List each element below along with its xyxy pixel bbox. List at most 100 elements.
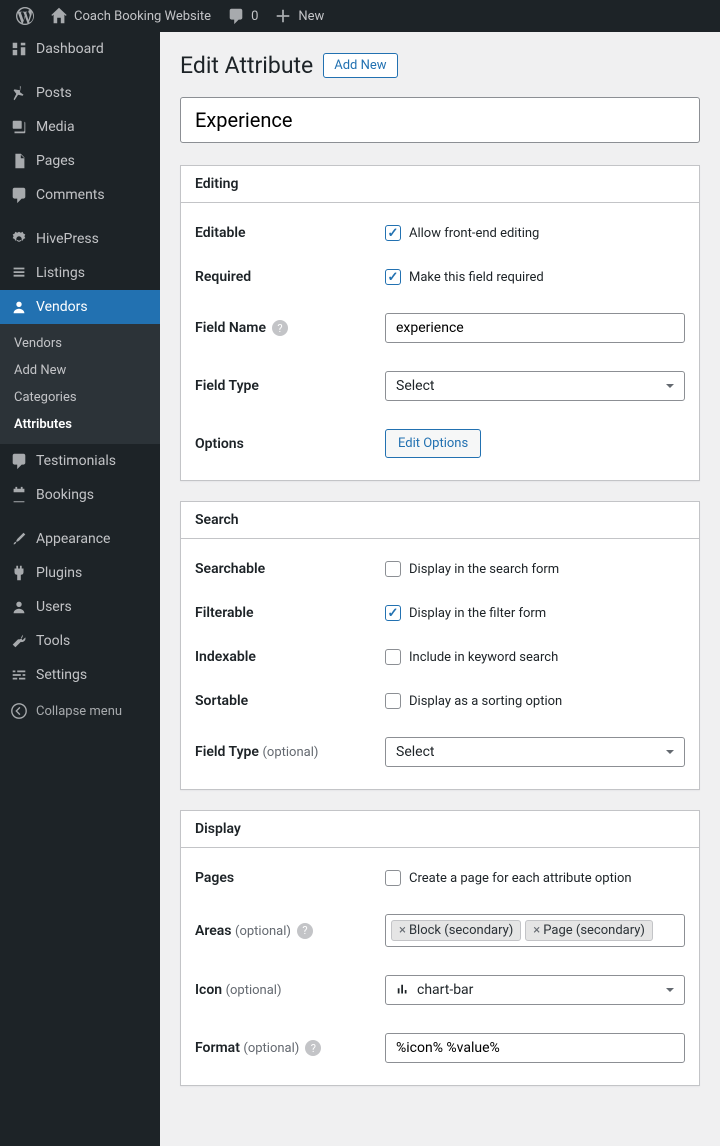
add-new-button[interactable]: Add New [323, 53, 397, 78]
search-fieldtype-select[interactable]: Select [385, 737, 685, 767]
editing-postbox: Editing Editable Allow front-end editing… [180, 165, 700, 481]
collapse-icon [10, 702, 28, 720]
search-fieldtype-label: Field Type (optional) [195, 744, 318, 760]
dashboard-icon [10, 40, 28, 58]
filterable-checkbox[interactable] [385, 605, 401, 621]
chart-bar-icon [396, 983, 410, 997]
fieldtype-select[interactable]: Select [385, 371, 685, 401]
plus-icon [274, 7, 292, 25]
icon-label: Icon (optional) [195, 982, 282, 998]
brush-icon [10, 530, 28, 548]
menu-pages[interactable]: Pages [0, 144, 160, 178]
select-value: Select [396, 744, 434, 760]
wordpress-logo[interactable] [8, 0, 42, 32]
fieldname-label: Field Name [195, 320, 266, 336]
sortable-checkbox[interactable] [385, 693, 401, 709]
areas-tag[interactable]: ×Page (secondary) [525, 920, 653, 941]
menu-bookings[interactable]: Bookings [0, 478, 160, 512]
page-title: Edit Attribute [180, 52, 313, 79]
menu-label: Bookings [36, 487, 94, 503]
menu-posts[interactable]: Posts [0, 76, 160, 110]
search-postbox: Search Searchable Display in the search … [180, 501, 700, 790]
menu-appearance[interactable]: Appearance [0, 522, 160, 556]
media-icon [10, 118, 28, 136]
areas-input[interactable]: ×Block (secondary) ×Page (secondary) [385, 914, 685, 947]
areas-label: Areas (optional) [195, 923, 291, 939]
menu-comments[interactable]: Comments [0, 178, 160, 212]
pages-text: Create a page for each attribute option [409, 871, 632, 886]
menu-label: Dashboard [36, 41, 104, 57]
comments-link[interactable]: 0 [219, 0, 266, 32]
sliders-icon [10, 666, 28, 684]
help-icon[interactable]: ? [305, 1040, 321, 1056]
icon-select[interactable]: chart-bar [385, 975, 685, 1005]
select-value: Select [396, 378, 434, 394]
submenu-vendors[interactable]: Vendors [0, 330, 160, 357]
comment-icon [10, 186, 28, 204]
menu-hivepress[interactable]: HivePress [0, 222, 160, 256]
gear-icon [10, 230, 28, 248]
menu-settings[interactable]: Settings [0, 658, 160, 692]
menu-tools[interactable]: Tools [0, 624, 160, 658]
collapse-label: Collapse menu [36, 704, 122, 719]
new-content-link[interactable]: New [266, 0, 332, 32]
sortable-label: Sortable [195, 693, 248, 709]
menu-label: Comments [36, 187, 105, 203]
search-heading: Search [181, 502, 699, 539]
submenu-add-new[interactable]: Add New [0, 357, 160, 384]
tag-label: Page (secondary) [543, 923, 645, 938]
quote-icon [10, 452, 28, 470]
tag-remove-icon[interactable]: × [533, 923, 540, 938]
editable-checkbox[interactable] [385, 225, 401, 241]
searchable-text: Display in the search form [409, 562, 559, 577]
page-icon [10, 152, 28, 170]
help-icon[interactable]: ? [272, 320, 288, 336]
plugin-icon [10, 564, 28, 582]
display-postbox: Display Pages Create a page for each att… [180, 810, 700, 1086]
menu-label: Settings [36, 667, 87, 683]
help-icon[interactable]: ? [297, 923, 313, 939]
submenu-categories[interactable]: Categories [0, 384, 160, 411]
menu-label: Appearance [36, 531, 110, 547]
required-checkbox[interactable] [385, 269, 401, 285]
wrench-icon [10, 632, 28, 650]
pages-label: Pages [195, 870, 234, 886]
site-link[interactable]: Coach Booking Website [42, 0, 219, 32]
collapse-menu[interactable]: Collapse menu [0, 692, 160, 730]
menu-testimonials[interactable]: Testimonials [0, 444, 160, 478]
indexable-checkbox[interactable] [385, 649, 401, 665]
admin-bar: Coach Booking Website 0 New [0, 0, 720, 32]
filterable-text: Display in the filter form [409, 606, 546, 621]
menu-label: Vendors [36, 299, 88, 315]
menu-plugins[interactable]: Plugins [0, 556, 160, 590]
areas-tag[interactable]: ×Block (secondary) [391, 920, 521, 941]
menu-label: Plugins [36, 565, 82, 581]
editable-label: Editable [195, 225, 246, 241]
submenu-attributes[interactable]: Attributes [0, 411, 160, 438]
vendors-submenu: Vendors Add New Categories Attributes [0, 324, 160, 444]
indexable-label: Indexable [195, 649, 256, 665]
fieldname-input[interactable] [385, 313, 685, 343]
menu-listings[interactable]: Listings [0, 256, 160, 290]
attribute-name-input[interactable] [180, 97, 700, 143]
menu-media[interactable]: Media [0, 110, 160, 144]
calendar-icon [10, 486, 28, 504]
tag-remove-icon[interactable]: × [399, 923, 406, 938]
menu-vendors[interactable]: Vendors [0, 290, 160, 324]
pages-checkbox[interactable] [385, 870, 401, 886]
edit-options-button[interactable]: Edit Options [385, 429, 481, 458]
format-input[interactable] [385, 1033, 685, 1063]
menu-users[interactable]: Users [0, 590, 160, 624]
searchable-checkbox[interactable] [385, 561, 401, 577]
menu-label: Tools [36, 633, 70, 649]
vendor-icon [10, 298, 28, 316]
required-text: Make this field required [409, 270, 544, 285]
fieldtype-label: Field Type [195, 378, 259, 394]
menu-dashboard[interactable]: Dashboard [0, 32, 160, 66]
wordpress-icon [16, 7, 34, 25]
searchable-label: Searchable [195, 561, 265, 577]
options-label: Options [195, 436, 244, 452]
main-content: Edit Attribute Add New Editing Editable … [160, 32, 720, 1146]
user-icon [10, 598, 28, 616]
comment-icon [227, 7, 245, 25]
